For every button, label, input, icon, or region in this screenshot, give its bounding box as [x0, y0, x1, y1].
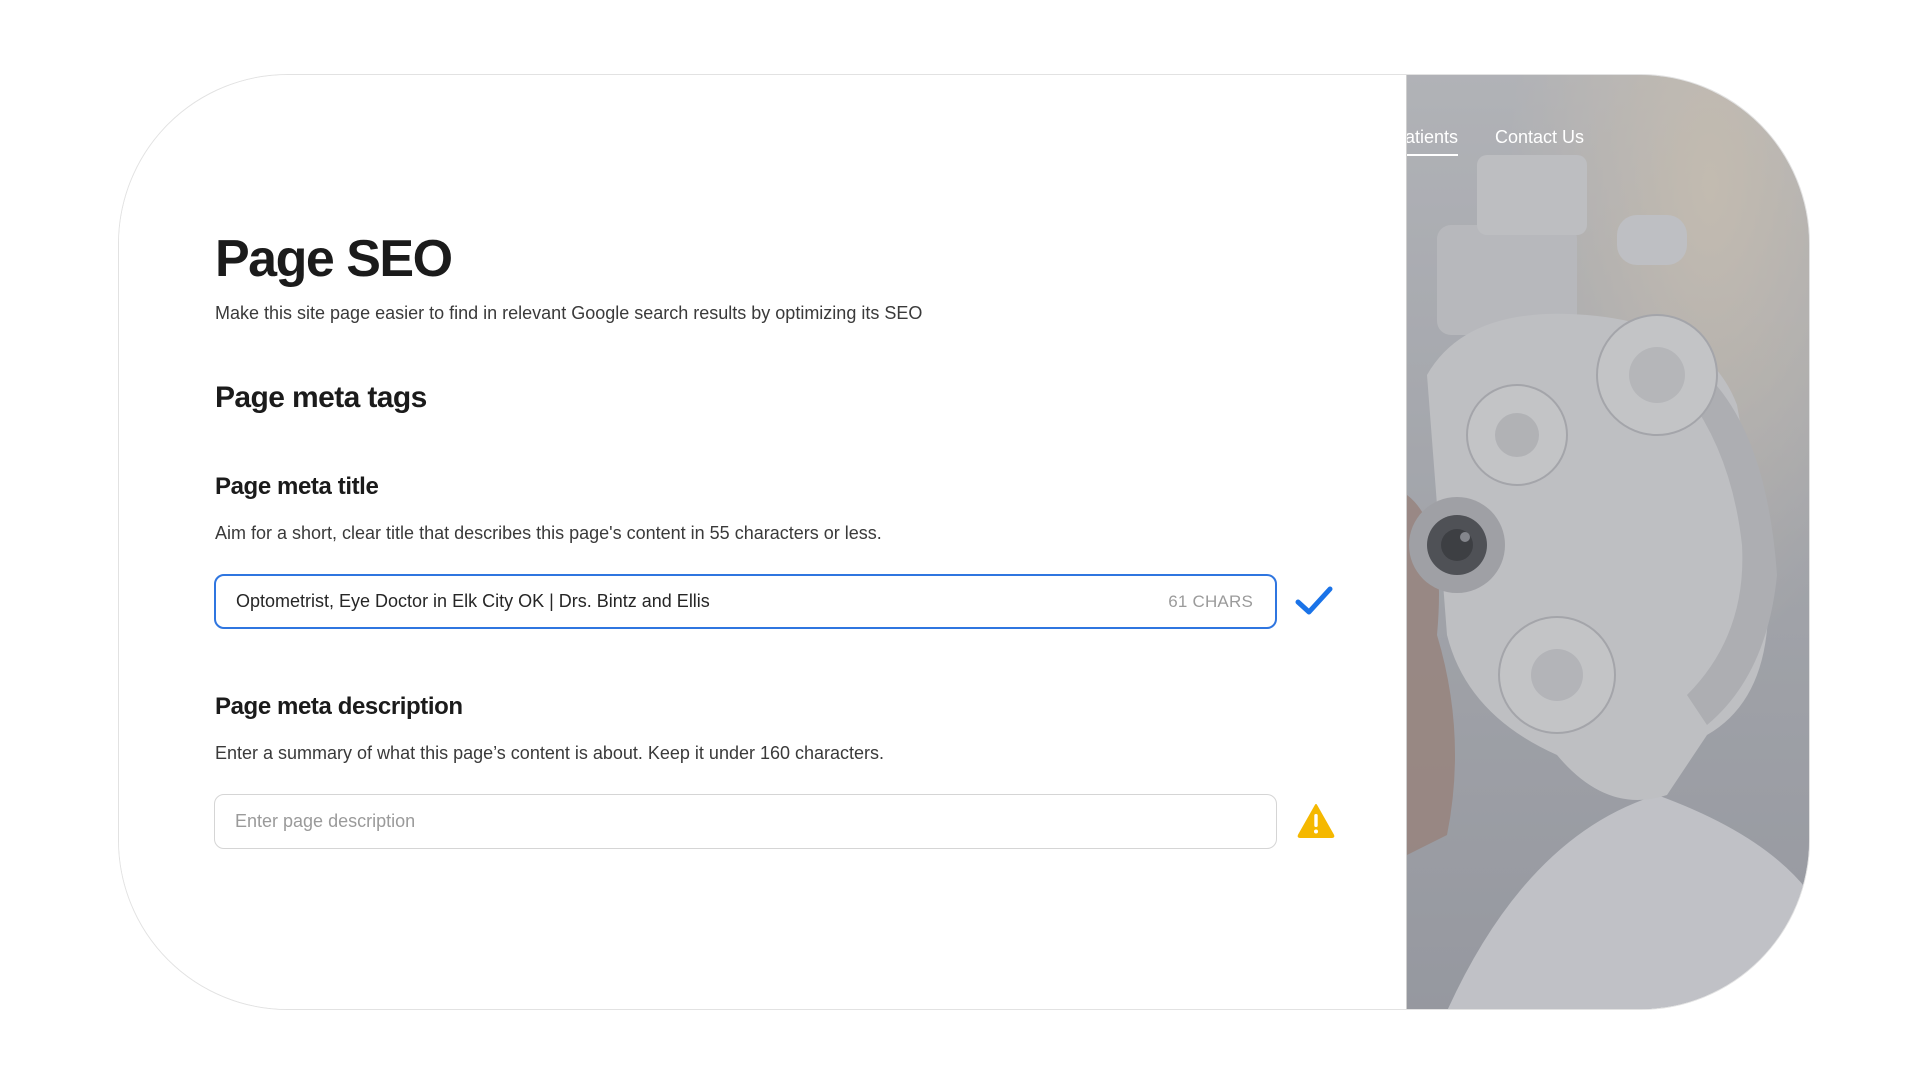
meta-description-help: Enter a summary of what this page’s cont…: [215, 743, 885, 763]
image-overlay: [1407, 75, 1809, 1009]
meta-description-label: Page meta description: [215, 693, 463, 720]
seo-panel: Page SEO Make this site page easier to f…: [119, 75, 1407, 1009]
meta-title-help: Aim for a short, clear title that descri…: [215, 523, 882, 543]
meta-title-label: Page meta title: [215, 473, 379, 500]
warning-icon: [1297, 804, 1335, 838]
section-title-meta-tags: Page meta tags: [215, 381, 427, 414]
char-count: 61 CHARS: [1168, 591, 1253, 611]
meta-description-placeholder[interactable]: Enter page description: [235, 811, 1254, 832]
nav-link-contact-us[interactable]: Contact Us: [1495, 127, 1584, 148]
site-preview-image: atients Contact Us: [1407, 75, 1809, 1009]
page-subtitle: Make this site page easier to find in re…: [215, 303, 923, 323]
meta-title-input[interactable]: Optometrist, Eye Doctor in Elk City OK |…: [214, 574, 1277, 629]
nav-link-patients[interactable]: atients: [1407, 127, 1459, 156]
meta-title-value[interactable]: Optometrist, Eye Doctor in Elk City OK |…: [236, 591, 1168, 612]
page-title: Page SEO: [215, 230, 453, 288]
checkmark-icon: [1295, 586, 1333, 615]
meta-description-input[interactable]: Enter page description: [214, 794, 1277, 849]
seo-settings-card: Page SEO Make this site page easier to f…: [118, 74, 1810, 1010]
